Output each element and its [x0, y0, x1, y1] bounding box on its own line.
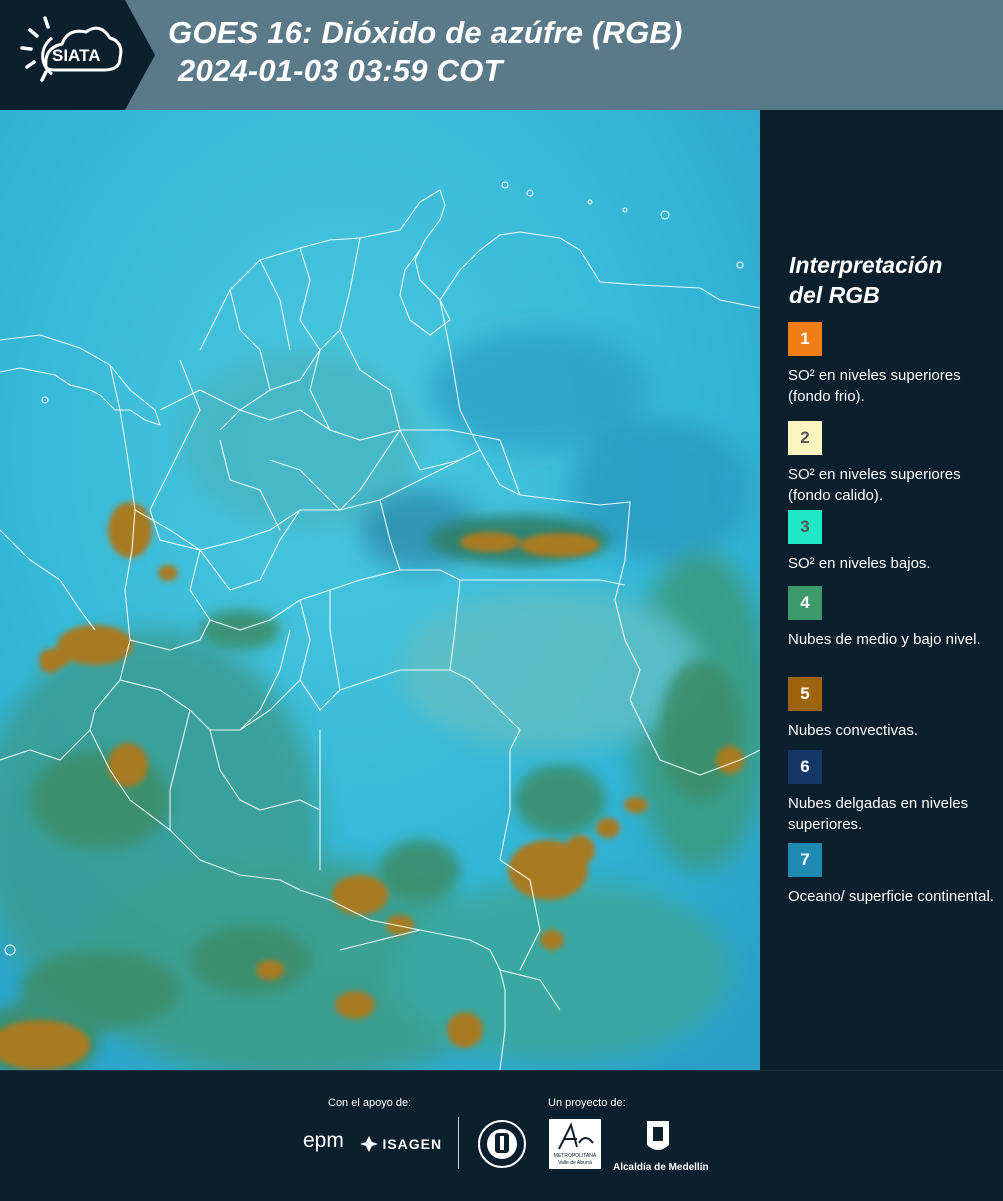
legend-item-4: 4 Nubes de medio y bajo nivel. — [788, 586, 998, 650]
isagen-logo[interactable]: ISAGEN — [360, 1135, 442, 1153]
legend-swatch-1: 1 — [788, 322, 822, 356]
footer-bar: Con el apoyo de: Un proyecto de: epm ISA… — [0, 1070, 1003, 1201]
legend-number-3: 3 — [800, 517, 810, 536]
legend-title-line-2: del RGB — [789, 282, 880, 308]
support-label: Con el apoyo de: — [328, 1097, 412, 1109]
legend-panel: Interpretación del RGB 1 SO² en niveles … — [760, 110, 1003, 1070]
legend-number-2: 2 — [800, 428, 810, 447]
legend-item-5: 5 Nubes convectivas. — [788, 677, 998, 741]
legend-description-6: Nubes delgadas en niveles superiores. — [788, 795, 969, 833]
logo-text: SIATA — [52, 46, 101, 65]
legend-number-1: 1 — [800, 329, 810, 348]
siata-logo[interactable]: SIATA — [0, 0, 155, 110]
alcaldia-logo[interactable]: Alcaldía de Medellín — [613, 1119, 709, 1173]
title-line-2: 2024-01-03 03:59 COT — [178, 53, 503, 88]
footer-divider — [458, 1117, 459, 1169]
legend-swatch-5: 5 — [788, 677, 822, 711]
area-metropolitana-subtext: Valle de Aburrá — [558, 1160, 592, 1166]
legend-description-1: SO² en niveles superiores (fondo frio). — [788, 367, 961, 405]
legend-item-3: 3 SO² en niveles bajos. — [788, 510, 998, 574]
legend-title: Interpretación del RGB — [789, 250, 942, 310]
legend-description-4: Nubes de medio y bajo nivel. — [788, 631, 981, 648]
legend-swatch-7: 7 — [788, 843, 822, 877]
legend-item-6: 6 Nubes delgadas en niveles superiores. — [788, 750, 998, 835]
alcaldia-shield-icon — [647, 1121, 669, 1150]
medellin-seal[interactable] — [477, 1119, 527, 1174]
legend-item-2: 2 SO² en niveles superiores (fondo calid… — [788, 421, 998, 506]
legend-swatch-6: 6 — [788, 750, 822, 784]
legend-item-1: 1 SO² en niveles superiores (fondo frio)… — [788, 322, 998, 407]
legend-item-7: 7 Oceano/ superficie continental. — [788, 843, 998, 907]
legend-description-5: Nubes convectivas. — [788, 722, 919, 739]
area-metropolitana-logo[interactable]: METROPOLITANA Valle de Aburrá — [549, 1119, 601, 1169]
isagen-icon — [360, 1135, 378, 1152]
legend-description-2: SO² en niveles superiores (fondo calido)… — [788, 466, 961, 504]
title-line-1: GOES 16: Dióxido de azúfre (RGB) — [168, 15, 683, 50]
legend-description-7: Oceano/ superficie continental. — [788, 888, 994, 905]
alcaldia-text: Alcaldía de Medellín — [613, 1162, 709, 1173]
medellin-seal-icon — [478, 1120, 526, 1168]
page-title: GOES 16: Dióxido de azúfre (RGB) 2024-01… — [168, 14, 683, 90]
legend-number-4: 4 — [800, 593, 810, 612]
area-metropolitana-icon — [558, 1122, 594, 1150]
legend-number-6: 6 — [800, 757, 810, 776]
legend-number-7: 7 — [800, 850, 810, 869]
isagen-text: ISAGEN — [382, 1135, 443, 1152]
satellite-map[interactable] — [0, 110, 760, 1070]
legend-swatch-2: 2 — [788, 421, 822, 455]
epm-logo[interactable]: epm — [303, 1129, 344, 1153]
project-label: Un proyecto de: — [548, 1097, 626, 1109]
legend-swatch-3: 3 — [788, 510, 822, 544]
area-metropolitana-text: METROPOLITANA — [553, 1153, 597, 1159]
legend-title-line-1: Interpretación — [789, 252, 943, 278]
legend-description-3: SO² en niveles bajos. — [788, 555, 931, 572]
legend-swatch-4: 4 — [788, 586, 822, 620]
header-bar: SIATA GOES 16: Dióxido de azúfre (RGB) 2… — [0, 0, 1003, 110]
legend-number-5: 5 — [800, 684, 810, 703]
